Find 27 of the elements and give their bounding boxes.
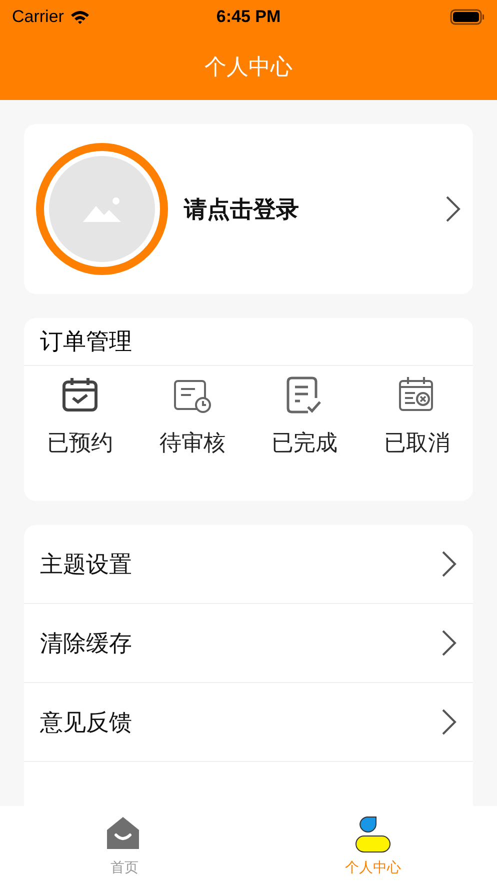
calendar-check-icon [61, 376, 100, 414]
battery-icon [450, 8, 485, 24]
document-check-icon [286, 376, 324, 414]
person-icon [354, 816, 391, 853]
wifi-icon [70, 9, 90, 24]
menu-row[interactable]: 主题设置 [24, 525, 473, 604]
order-status-button[interactable]: 已预约 [24, 376, 136, 458]
carrier-label: Carrier [12, 6, 64, 26]
clock-time: 6:45 PM [216, 6, 281, 26]
menu-label: 意见反馈 [40, 708, 132, 738]
image-placeholder-icon [83, 196, 121, 222]
order-status-button[interactable]: 已取消 [360, 376, 473, 458]
menu-row[interactable]: 清除缓存 [24, 604, 473, 683]
order-status-button[interactable]: 已完成 [248, 376, 361, 458]
chevron-right-icon [441, 708, 457, 736]
menu-label: 清除缓存 [40, 630, 132, 658]
chevron-right-icon [445, 195, 461, 223]
menu-row[interactable]: 意见反馈 [24, 683, 473, 762]
profile-card[interactable]: 请点击登录 [24, 124, 473, 294]
order-status-button[interactable]: 待审核 [136, 376, 248, 458]
menu-label: 主题设置 [40, 550, 132, 580]
chevron-right-icon [441, 629, 457, 657]
section-title: 订单管理 [39, 328, 133, 357]
calendar-cross-icon [398, 376, 436, 414]
page-title: 个人中心 [204, 54, 292, 82]
chevron-right-icon [441, 550, 457, 578]
login-prompt: 请点击登录 [184, 196, 299, 224]
